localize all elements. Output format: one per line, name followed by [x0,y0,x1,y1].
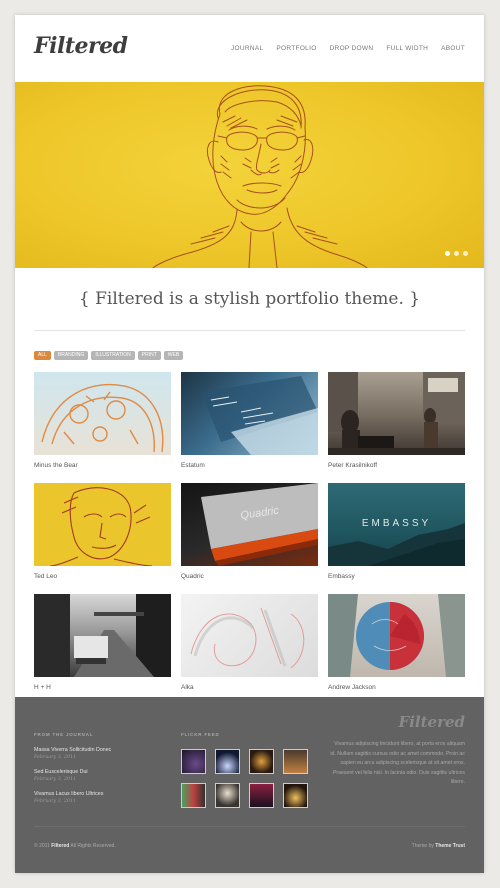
journal-heading: FROM THE JOURNAL [34,732,94,737]
credit-link[interactable]: Theme Trust [435,843,465,849]
portfolio-item[interactable]: Alka [181,594,318,704]
nav-full-width[interactable]: FULL WIDTH [386,45,428,52]
book-pages-image [201,376,318,455]
portfolio-thumb[interactable] [34,483,171,566]
credit-prefix: Theme by [411,843,434,849]
slider-dot-3[interactable] [463,251,468,256]
nav-portfolio[interactable]: PORTFOLIO [276,45,316,52]
copyright-prefix: © 2011 [34,843,50,849]
portfolio-thumb[interactable] [181,594,318,677]
site-logo[interactable]: Filtered [34,33,128,59]
site-header: Filtered JOURNAL PORTFOLIO DROP DOWN FUL… [15,15,484,82]
filter-illustration[interactable]: ILLUSTRATION [91,351,135,360]
flickr-thumb[interactable] [215,749,240,774]
portfolio-thumb[interactable] [328,594,465,677]
footer-logo[interactable]: Filtered [399,713,465,731]
portfolio-item[interactable]: Ted Leo [34,483,171,593]
city-street-image [328,372,465,455]
theme-credit: Theme by Theme Trust [412,843,465,849]
portfolio-title[interactable]: Estatum [181,462,205,469]
filter-all[interactable]: ALL [34,351,51,360]
footer-divider [34,826,465,827]
nav-journal[interactable]: JOURNAL [231,45,263,52]
filter-web[interactable]: WEB [163,351,184,360]
nav-drop-down[interactable]: DROP DOWN [330,45,374,52]
orange-sketch-image [41,383,164,453]
divider [34,330,465,331]
truck-photo-image [34,594,171,677]
journal-date: February 3, 2011 [34,799,77,804]
journal-item[interactable]: Vivamus Lacus libero Ultrices February 3… [34,791,154,804]
portfolio-item[interactable]: Minus the Bear [34,372,171,482]
copyright-suffix: All Rights Reserved. [70,843,116,849]
flickr-thumb[interactable] [215,783,240,808]
journal-item[interactable]: Sed Euscelerisque Dui February 3, 2011 [34,769,154,782]
book-cover-image: Quadric [201,483,318,566]
slider-dots [445,251,468,256]
site-footer: FROM THE JOURNAL Massa Viverra Sollicitu… [15,697,484,873]
journal-item[interactable]: Massa Viverra Sollicitudin Donec Februar… [34,747,154,760]
flickr-thumb[interactable] [181,783,206,808]
page-container: Filtered JOURNAL PORTFOLIO DROP DOWN FUL… [15,15,484,873]
portfolio-thumb[interactable] [328,372,465,455]
portfolio-thumb[interactable]: EMBASSY [328,483,465,566]
portfolio-item[interactable]: H + H [34,594,171,704]
portfolio-item[interactable]: Peter Krasilnikoff [328,372,465,482]
yellow-sketch-image [49,487,153,566]
copyright: © 2011 Filtered All Rights Reserved. [34,843,116,849]
portfolio-item[interactable]: Andrew Jackson [328,594,465,704]
portfolio-title[interactable]: Ted Leo [34,573,57,580]
journal-date: February 3, 2011 [34,755,77,760]
flickr-heading: FLICKR FEED [181,732,220,737]
footer-about-text: Vivamus adipiscing tincidunt libero, at … [330,741,465,785]
portfolio-thumb[interactable] [34,372,171,455]
portfolio-title[interactable]: Alka [181,684,194,691]
slider-dot-2[interactable] [454,251,459,256]
flickr-thumb[interactable] [249,783,274,808]
portfolio-item[interactable]: Quadric Quadric [181,483,318,593]
filter-branding[interactable]: BRANDING [53,351,89,360]
journal-title[interactable]: Sed Euscelerisque Dui [34,769,154,775]
journal-date: February 3, 2011 [34,777,77,782]
flickr-thumb[interactable] [249,749,274,774]
copyright-name: Filtered [51,843,70,849]
portfolio-title[interactable]: H + H [34,684,51,691]
portfolio-title[interactable]: Andrew Jackson [328,684,376,691]
red-blue-illustration-image [328,594,465,677]
slider-dot-1[interactable] [445,251,450,256]
portfolio-filters: ALL BRANDING ILLUSTRATION PRINT WEB [34,351,184,360]
portfolio-thumb[interactable]: Quadric [181,483,318,566]
flickr-thumb[interactable] [283,783,308,808]
hero-slider[interactable] [15,82,484,268]
flickr-thumb[interactable] [283,749,308,774]
main-nav: JOURNAL PORTFOLIO DROP DOWN FULL WIDTH A… [231,45,465,52]
portfolio-item[interactable]: Estatum [181,372,318,482]
flickr-thumb[interactable] [181,749,206,774]
filter-print[interactable]: PRINT [137,351,161,360]
portfolio-title[interactable]: Peter Krasilnikoff [328,462,377,469]
journal-title[interactable]: Vivamus Lacus libero Ultrices [34,791,154,797]
nav-about[interactable]: ABOUT [441,45,465,52]
portfolio-title[interactable]: Embassy [328,573,355,580]
portfolio-title[interactable]: Minus the Bear [34,462,78,469]
portfolio-item[interactable]: EMBASSY Embassy [328,483,465,593]
hero-sketch-illustration [152,85,368,268]
embossed-letters-image [190,607,305,669]
portfolio-thumb[interactable] [34,594,171,677]
journal-title[interactable]: Massa Viverra Sollicitudin Donec [34,747,154,753]
portfolio-thumb[interactable] [181,372,318,455]
portfolio-title[interactable]: Quadric [181,573,204,580]
embassy-poster-text: EMBASSY [361,518,432,529]
tagline: { Filtered is a stylish portfolio theme.… [78,289,421,309]
